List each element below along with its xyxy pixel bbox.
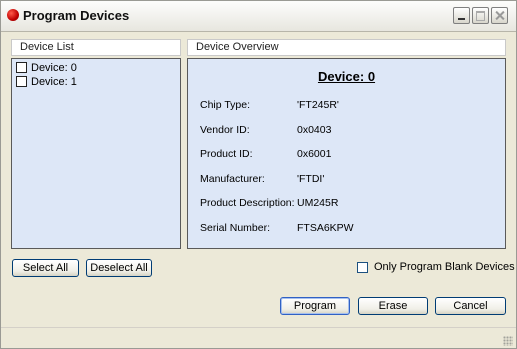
program-devices-window: Program Devices Device List Device Overv… <box>0 0 517 349</box>
resize-grip-icon[interactable] <box>503 336 513 346</box>
device-overview-header: Device Overview <box>187 39 506 56</box>
chip-type-label: Chip Type: <box>200 99 251 111</box>
only-blank-devices-label: Only Program Blank Devices <box>374 261 515 273</box>
vendor-id-label: Vendor ID: <box>200 124 250 136</box>
deselect-all-button[interactable]: Deselect All <box>86 259 152 277</box>
device-list-header: Device List <box>11 39 181 56</box>
close-button[interactable] <box>491 7 508 24</box>
device-overview-panel: Device: 0 Chip Type: 'FT245R' Vendor ID:… <box>187 58 506 249</box>
chip-type-value: 'FT245R' <box>297 99 339 111</box>
only-blank-devices-option[interactable]: Only Program Blank Devices <box>357 261 515 273</box>
device-list[interactable]: Device: 0 Device: 1 <box>11 58 181 249</box>
serial-number-value: FTSA6KPW <box>297 222 354 234</box>
device-list-item[interactable]: Device: 1 <box>16 75 77 88</box>
device-checkbox[interactable] <box>16 62 27 73</box>
close-icon <box>492 8 507 23</box>
product-description-value: UM245R <box>297 197 339 209</box>
device-checkbox[interactable] <box>16 76 27 87</box>
window-title: Program Devices <box>23 8 130 23</box>
product-description-label: Product Description: <box>200 197 295 209</box>
overview-device-title: Device: 0 <box>188 69 505 84</box>
program-button[interactable]: Program <box>280 297 350 315</box>
serial-number-label: Serial Number: <box>200 222 271 234</box>
overview-title-text: Device: 0 <box>317 69 376 84</box>
product-id-label: Product ID: <box>200 148 253 160</box>
cancel-button[interactable]: Cancel <box>435 297 506 315</box>
title-bar[interactable]: Program Devices <box>1 1 516 32</box>
minimize-icon <box>454 8 469 23</box>
product-id-value: 0x6001 <box>297 148 332 160</box>
status-bar <box>1 327 516 348</box>
minimize-button[interactable] <box>453 7 470 24</box>
device-label: Device: 0 <box>31 61 77 74</box>
device-label: Device: 1 <box>31 75 77 88</box>
select-all-button[interactable]: Select All <box>12 259 79 277</box>
only-blank-devices-checkbox[interactable] <box>357 261 368 273</box>
device-list-item[interactable]: Device: 0 <box>16 61 77 74</box>
app-icon <box>7 9 19 21</box>
maximize-icon <box>473 8 488 23</box>
manufacturer-value: 'FTDI' <box>297 173 325 185</box>
manufacturer-label: Manufacturer: <box>200 173 265 185</box>
erase-button[interactable]: Erase <box>358 297 428 315</box>
maximize-button[interactable] <box>472 7 489 24</box>
vendor-id-value: 0x0403 <box>297 124 332 136</box>
